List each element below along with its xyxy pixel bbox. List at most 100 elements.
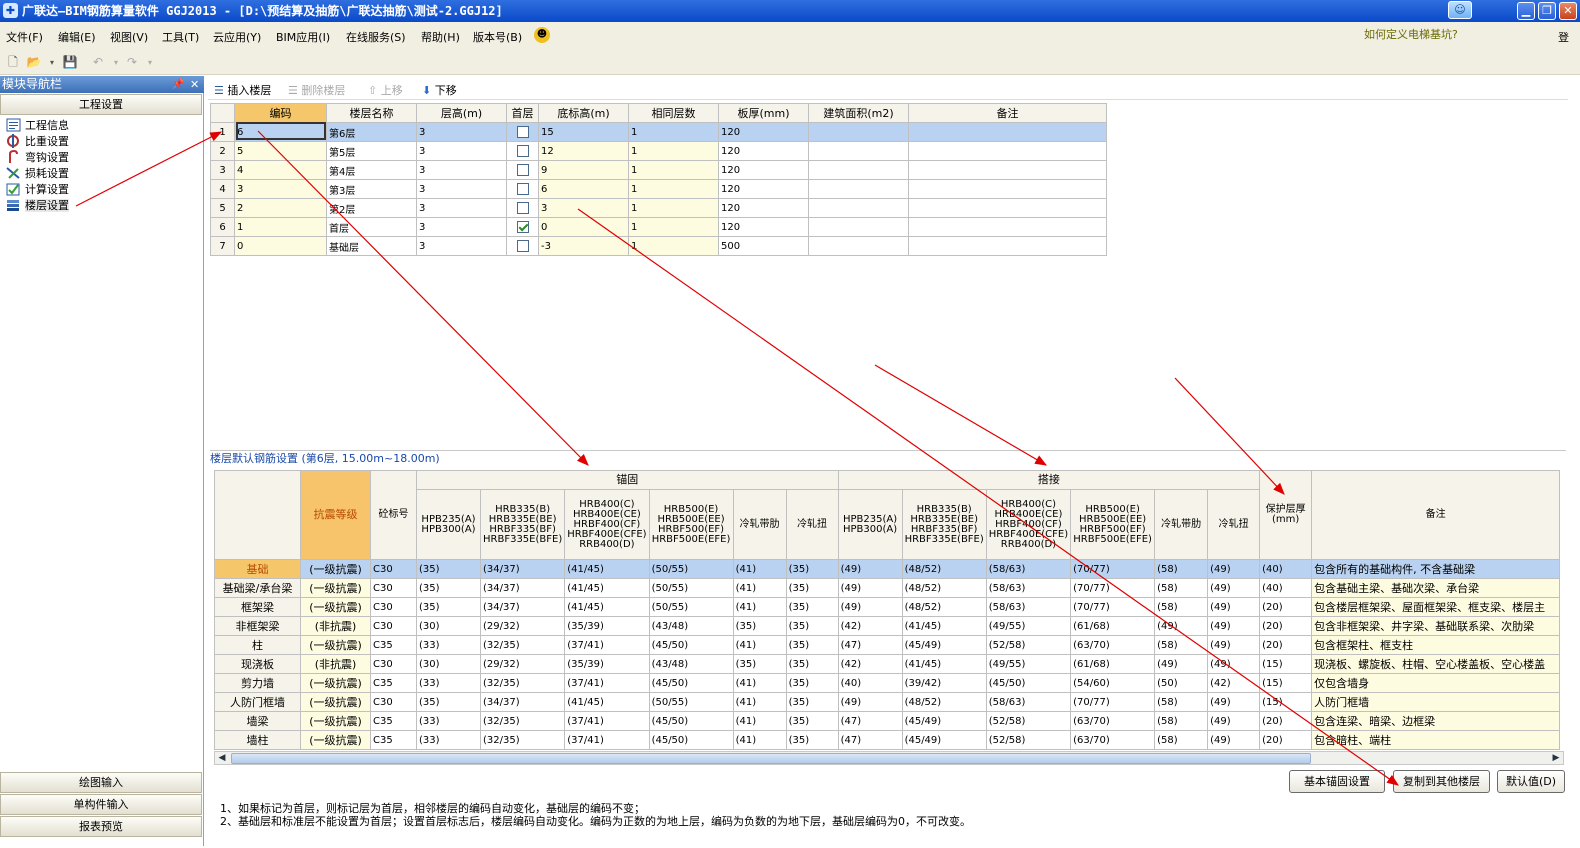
- floor-name-cell[interactable]: 首层: [326, 217, 417, 237]
- floor-name-cell[interactable]: 基础层: [326, 236, 417, 256]
- open-dropdown-icon[interactable]: ▾: [44, 55, 60, 70]
- seismic-grade-cell[interactable]: (一级抗震): [300, 559, 371, 579]
- seismic-grade-cell[interactable]: (非抗震): [300, 654, 371, 674]
- lap-cell[interactable]: (58): [1154, 559, 1209, 579]
- lap-cell[interactable]: (49/55): [985, 654, 1072, 674]
- lap-cell[interactable]: (50): [1154, 673, 1209, 693]
- col-cover[interactable]: 保护层厚(mm): [1259, 470, 1313, 560]
- lap-cell[interactable]: (52/58): [985, 635, 1072, 655]
- anchor-cell[interactable]: (41): [732, 578, 787, 598]
- menu-tools[interactable]: 工具(T): [162, 29, 199, 45]
- close-icon[interactable]: ✕: [190, 76, 199, 93]
- table-row[interactable]: 1 6 第6层 3 15 1 120: [210, 122, 1107, 142]
- code-cell[interactable]: 0: [234, 236, 327, 256]
- seismic-grade-cell[interactable]: (一级抗震): [300, 711, 371, 731]
- seismic-grade-cell[interactable]: (一级抗震): [300, 730, 371, 750]
- lap-cell[interactable]: (49): [837, 559, 903, 579]
- col-height[interactable]: 层高(m): [416, 103, 507, 123]
- anchor-cell[interactable]: (35): [732, 654, 787, 674]
- scroll-thumb[interactable]: [231, 753, 1311, 764]
- concrete-cell[interactable]: C35: [370, 711, 417, 731]
- note-cell[interactable]: 现浇板、螺旋板、柱帽、空心楼盖板、空心楼盖: [1311, 654, 1561, 674]
- nav-item-density[interactable]: 比重设置: [6, 134, 69, 150]
- bottom-elev-cell[interactable]: 6: [538, 179, 629, 199]
- anchor-cell[interactable]: (35): [785, 578, 839, 598]
- cover-cell[interactable]: (15): [1259, 673, 1313, 693]
- lap-cell[interactable]: (49): [1207, 597, 1261, 617]
- concrete-cell[interactable]: C30: [370, 597, 417, 617]
- anchor-cell[interactable]: (41/45): [564, 559, 650, 579]
- anchor-cell[interactable]: (35): [785, 597, 839, 617]
- anchor-cell[interactable]: (45/50): [648, 711, 734, 731]
- lap-cell[interactable]: (42): [837, 654, 903, 674]
- seismic-grade-cell[interactable]: (非抗震): [300, 616, 371, 636]
- same-count-cell[interactable]: 1: [628, 179, 719, 199]
- anchor-cell[interactable]: (41): [732, 635, 787, 655]
- anchor-cell[interactable]: (30): [416, 616, 481, 636]
- concrete-cell[interactable]: C35: [370, 635, 417, 655]
- anchor-cell[interactable]: (33): [416, 635, 481, 655]
- checkbox-icon[interactable]: [516, 126, 529, 138]
- anchor-cell[interactable]: (34/37): [479, 578, 566, 598]
- table-row[interactable]: 5 2 第2层 3 3 1 120: [210, 198, 1107, 218]
- anchor-cell[interactable]: (35): [416, 692, 481, 712]
- floor-name-cell[interactable]: 第2层: [326, 198, 417, 218]
- col-slab-thickness[interactable]: 板厚(mm): [718, 103, 809, 123]
- category-cell[interactable]: 基础梁/承台梁: [214, 578, 301, 598]
- note-cell[interactable]: 包含楼层框架梁、屋面框架梁、框支梁、楼层主: [1311, 597, 1561, 617]
- table-row[interactable]: 基础 (一级抗震) C30 (35) (34/37) (41/45) (50/55) (41)…: [214, 559, 1561, 579]
- concrete-cell[interactable]: C30: [370, 616, 417, 636]
- insert-floor-button[interactable]: ☰ 插入楼层: [214, 82, 271, 98]
- seismic-grade-cell[interactable]: (一级抗震): [300, 635, 371, 655]
- same-count-cell[interactable]: 1: [628, 160, 719, 180]
- lap-cell[interactable]: (63/70): [1070, 711, 1156, 731]
- anchor-cell[interactable]: (35): [785, 711, 839, 731]
- checkbox-checked-icon[interactable]: [516, 221, 529, 233]
- anchor-cell[interactable]: (41): [732, 597, 787, 617]
- col-lap-hrb500[interactable]: HRB500(E) HRB500E(EE) HRBF500(EF) HRBF50…: [1070, 489, 1156, 560]
- anchor-cell[interactable]: (50/55): [648, 559, 734, 579]
- code-cell[interactable]: 1: [234, 217, 327, 237]
- checkbox-icon[interactable]: [516, 202, 529, 214]
- area-cell[interactable]: [808, 236, 909, 256]
- col-remark[interactable]: 备注: [908, 103, 1107, 123]
- lap-cell[interactable]: (49/55): [985, 616, 1072, 636]
- same-count-cell[interactable]: 1: [628, 236, 719, 256]
- lap-cell[interactable]: (47): [837, 711, 903, 731]
- table-row[interactable]: 剪力墙 (一级抗震) C35 (33) (32/35) (37/41) (45/50) (41…: [214, 673, 1561, 693]
- table-row[interactable]: 人防门框墙 (一级抗震) C30 (35) (34/37) (41/45) (50/55)(…: [214, 692, 1561, 712]
- nav-item-calc[interactable]: 计算设置: [6, 182, 69, 198]
- anchor-cell[interactable]: (41): [732, 559, 787, 579]
- seismic-grade-cell[interactable]: (一级抗震): [300, 597, 371, 617]
- table-row[interactable]: 3 4 第4层 3 9 1 120: [210, 160, 1107, 180]
- cover-cell[interactable]: (15): [1259, 654, 1313, 674]
- checkbox-icon[interactable]: [516, 240, 529, 252]
- anchor-cell[interactable]: (35/39): [564, 654, 650, 674]
- lap-cell[interactable]: (63/70): [1070, 730, 1156, 750]
- redo-icon[interactable]: ↷: [124, 55, 140, 70]
- bottom-elev-cell[interactable]: 9: [538, 160, 629, 180]
- login-label[interactable]: 登: [1558, 29, 1569, 45]
- first-floor-checkbox[interactable]: [506, 198, 539, 218]
- note-cell[interactable]: 包含所有的基础构件, 不含基础梁: [1311, 559, 1561, 579]
- anchor-cell[interactable]: (41): [732, 730, 787, 750]
- height-cell[interactable]: 3: [416, 141, 507, 161]
- scroll-left-icon[interactable]: ◀: [215, 752, 229, 764]
- height-cell[interactable]: 3: [416, 160, 507, 180]
- lap-cell[interactable]: (45/49): [901, 730, 987, 750]
- lap-cell[interactable]: (49): [1207, 559, 1261, 579]
- menu-online[interactable]: 在线服务(S): [346, 29, 406, 45]
- slab-cell[interactable]: 120: [718, 122, 809, 142]
- concrete-cell[interactable]: C30: [370, 692, 417, 712]
- col-code[interactable]: 编码: [234, 103, 327, 123]
- anchor-cell[interactable]: (35): [785, 730, 839, 750]
- menu-bim[interactable]: BIM应用(I): [276, 29, 330, 45]
- col-anchor-hrb500[interactable]: HRB500(E) HRB500E(EE) HRBF500(EF) HRBF50…: [648, 489, 734, 560]
- lap-cell[interactable]: (49): [1207, 692, 1261, 712]
- remark-cell[interactable]: [908, 160, 1107, 180]
- concrete-cell[interactable]: C35: [370, 673, 417, 693]
- checkbox-icon[interactable]: [516, 164, 529, 176]
- scroll-right-icon[interactable]: ▶: [1549, 752, 1563, 764]
- basic-anchor-settings-button[interactable]: 基本锚固设置: [1289, 770, 1385, 793]
- table-row[interactable]: 墙梁 (一级抗震) C35 (33) (32/35) (37/41) (45/50) (41)…: [214, 711, 1561, 731]
